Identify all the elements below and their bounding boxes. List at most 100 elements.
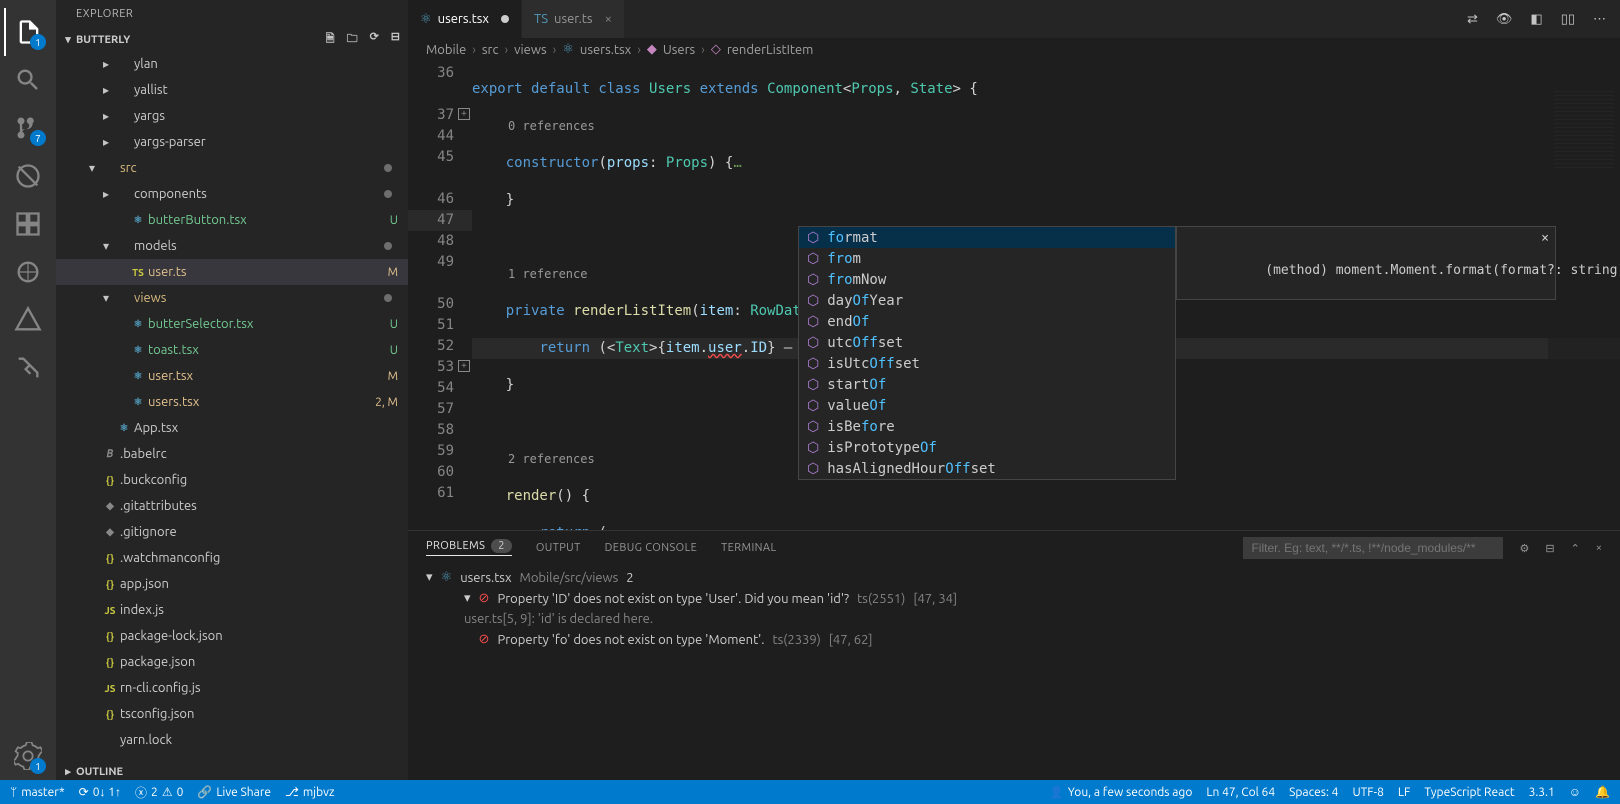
editor-tab[interactable]: TSuser.ts×: [522, 0, 625, 38]
suggestion-item[interactable]: ⬡startOf: [799, 374, 1175, 395]
problems-filter-input[interactable]: [1243, 537, 1503, 559]
collapse-all-icon[interactable]: ⊟: [1545, 542, 1554, 555]
problem-related[interactable]: user.ts[5, 9]: 'id' is declared here.: [408, 609, 1620, 629]
code-content[interactable]: export default class Users extends Compo…: [472, 61, 1620, 530]
filter-settings-icon[interactable]: ⚙: [1519, 542, 1529, 555]
problems-list[interactable]: ▾⚛ users.tsx Mobile/src/views 2 ▾⊘ Prope…: [408, 565, 1620, 780]
breadcrumb-item[interactable]: Users: [663, 43, 695, 57]
intellisense-popup[interactable]: ⬡format⬡from⬡fromNow⬡dayOfYear⬡endOf⬡utc…: [798, 226, 1176, 480]
close-icon[interactable]: ×: [605, 12, 612, 26]
more-icon[interactable]: ⋯: [1593, 12, 1606, 27]
suggestion-item[interactable]: ⬡utcOffset: [799, 332, 1175, 353]
file-row[interactable]: ⚛user.tsxM: [56, 363, 408, 389]
file-row[interactable]: yarn.lock: [56, 727, 408, 753]
file-row[interactable]: ⚛butterButton.tsxU: [56, 207, 408, 233]
collapse-icon[interactable]: ⊟: [391, 30, 400, 49]
editor-tab[interactable]: ⚛users.tsx: [408, 0, 522, 38]
folder-row[interactable]: ▾views: [56, 285, 408, 311]
status-language[interactable]: TypeScript React: [1424, 786, 1514, 799]
folder-row[interactable]: ▸ylan: [56, 51, 408, 77]
file-row[interactable]: ⚛users.tsx2, M: [56, 389, 408, 415]
folder-row[interactable]: ▾models: [56, 233, 408, 259]
file-row[interactable]: {}package.json: [56, 649, 408, 675]
file-row[interactable]: 𝘉.babelrc: [56, 441, 408, 467]
folder-row[interactable]: ▸yallist: [56, 77, 408, 103]
diff-icon[interactable]: ◧: [1530, 12, 1542, 27]
suggestion-item[interactable]: ⬡format: [799, 227, 1175, 248]
activity-explorer[interactable]: 1: [4, 8, 52, 56]
problems-file-row[interactable]: ▾⚛ users.tsx Mobile/src/views 2: [408, 567, 1620, 588]
close-panel-icon[interactable]: ×: [1596, 542, 1602, 554]
activity-remote[interactable]: [4, 248, 52, 296]
suggestion-item[interactable]: ⬡valueOf: [799, 395, 1175, 416]
new-file-icon[interactable]: 🗎: [326, 30, 335, 49]
problem-item[interactable]: ▾⊘ Property 'ID' does not exist on type …: [408, 588, 1620, 609]
code-editor[interactable]: 36 37+ 44 45 46 47 48 49 50 51 52 53+ 54…: [408, 61, 1620, 530]
file-row[interactable]: {}.watchmanconfig: [56, 545, 408, 571]
folder-row[interactable]: ▸yargs-parser: [56, 129, 408, 155]
status-branch[interactable]: ᛘ master*: [10, 786, 65, 799]
activity-debug[interactable]: [4, 152, 52, 200]
file-row[interactable]: JSrn-cli.config.js: [56, 675, 408, 701]
status-bell-icon[interactable]: 🔔: [1595, 785, 1610, 799]
breadcrumb-item[interactable]: users.tsx: [580, 43, 631, 57]
file-tree[interactable]: ▸ylan▸yallist▸yargs▸yargs-parser▾src▸com…: [56, 51, 408, 763]
file-row[interactable]: {}tsconfig.json: [56, 701, 408, 727]
file-row[interactable]: JSindex.js: [56, 597, 408, 623]
minimap[interactable]: [1548, 61, 1620, 530]
activity-search[interactable]: [4, 56, 52, 104]
chevron-up-icon[interactable]: ⌃: [1571, 542, 1580, 555]
folder-row[interactable]: ▸components: [56, 181, 408, 207]
status-liveshare[interactable]: 🔗 Live Share: [197, 785, 271, 799]
breadcrumb[interactable]: Mobile› src› views› ⚛users.tsx› ◆Users› …: [408, 38, 1620, 61]
file-row[interactable]: TSuser.tsM: [56, 259, 408, 285]
suggestion-item[interactable]: ⬡hasAlignedHourOffset: [799, 458, 1175, 479]
status-spaces[interactable]: Spaces: 4: [1289, 786, 1338, 799]
status-ts-version[interactable]: 3.3.1: [1529, 786, 1555, 799]
suggestion-item[interactable]: ⬡dayOfYear: [799, 290, 1175, 311]
tab-debug-console[interactable]: DEBUG CONSOLE: [605, 542, 698, 554]
file-row[interactable]: ◆.gitignore: [56, 519, 408, 545]
tab-terminal[interactable]: TERMINAL: [721, 542, 776, 554]
suggestion-item[interactable]: ⬡isUtcOffset: [799, 353, 1175, 374]
codelens[interactable]: 0 references: [472, 116, 1620, 137]
status-sync[interactable]: ⟳ 0↓ 1↑: [79, 785, 121, 799]
refresh-icon[interactable]: ⟳: [370, 30, 379, 49]
suggestion-item[interactable]: ⬡isBefore: [799, 416, 1175, 437]
split-icon[interactable]: ▯▯: [1561, 12, 1575, 27]
fold-icon[interactable]: +: [458, 108, 470, 120]
breadcrumb-item[interactable]: Mobile: [426, 43, 466, 57]
file-row[interactable]: {}package-lock.json: [56, 623, 408, 649]
fold-icon[interactable]: +: [458, 360, 470, 372]
status-github[interactable]: ⎇ mjbvz: [285, 785, 334, 799]
breadcrumb-item[interactable]: renderListItem: [727, 43, 814, 57]
breadcrumb-item[interactable]: views: [514, 43, 546, 57]
status-eol[interactable]: LF: [1398, 786, 1410, 799]
file-row[interactable]: ◆.gitattributes: [56, 493, 408, 519]
folder-section-header[interactable]: ▾ BUTTERLY 🗎 🗀 ⟳ ⊟: [56, 28, 408, 51]
compare-icon[interactable]: ⇄: [1467, 12, 1478, 27]
suggestion-item[interactable]: ⬡from: [799, 248, 1175, 269]
tab-output[interactable]: OUTPUT: [536, 542, 581, 554]
status-encoding[interactable]: UTF-8: [1352, 786, 1383, 799]
new-folder-icon[interactable]: 🗀: [347, 30, 358, 49]
status-cursor[interactable]: Ln 47, Col 64: [1206, 786, 1275, 799]
suggestion-item[interactable]: ⬡isPrototypeOf: [799, 437, 1175, 458]
outline-section-header[interactable]: ▸ OUTLINE: [56, 763, 408, 780]
activity-scm[interactable]: 7: [4, 104, 52, 152]
suggestion-item[interactable]: ⬡fromNow: [799, 269, 1175, 290]
status-feedback-icon[interactable]: ☺: [1569, 785, 1581, 799]
activity-extensions[interactable]: [4, 200, 52, 248]
preview-icon[interactable]: 👁: [1496, 12, 1513, 27]
file-row[interactable]: ⚛App.tsx: [56, 415, 408, 441]
folder-row[interactable]: ▸yargs: [56, 103, 408, 129]
breadcrumb-item[interactable]: src: [482, 43, 499, 57]
close-icon[interactable]: ×: [1541, 231, 1549, 246]
suggestion-item[interactable]: ⬡endOf: [799, 311, 1175, 332]
activity-settings[interactable]: 1: [4, 732, 52, 780]
problem-item[interactable]: ▾⊘ Property 'fo' does not exist on type …: [408, 629, 1620, 650]
file-row[interactable]: ⚛butterSelector.tsxU: [56, 311, 408, 337]
status-errors[interactable]: ⓧ 2 ⚠ 0: [135, 784, 183, 801]
activity-azure[interactable]: [4, 296, 52, 344]
file-row[interactable]: ⚛toast.tsxU: [56, 337, 408, 363]
